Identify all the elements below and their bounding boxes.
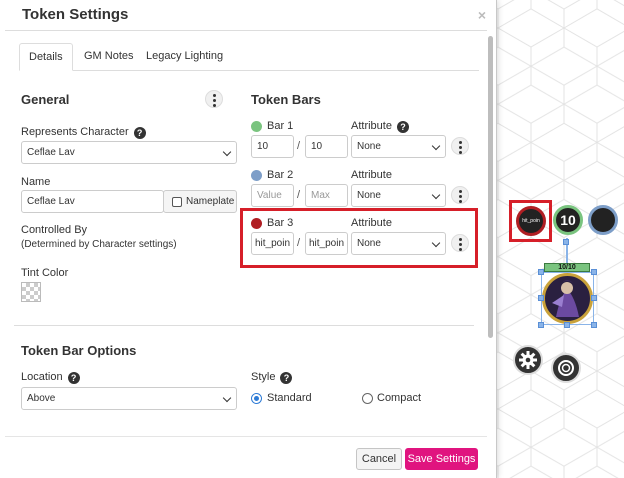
chevron-down-icon [222, 147, 232, 157]
name-label: Name [21, 176, 51, 188]
resize-handle-sw[interactable] [538, 322, 544, 328]
character-portrait-icon [542, 273, 593, 324]
bar3-label: Bar 3 [267, 217, 294, 229]
bar2-max-field[interactable]: Max [305, 184, 348, 207]
tint-color-swatch[interactable] [21, 282, 41, 302]
bar1-attribute-select[interactable]: None [351, 135, 446, 158]
tab-legacy-lighting[interactable]: Legacy Lighting [137, 43, 232, 71]
resize-handle-e[interactable] [591, 295, 597, 301]
token-bar-label: 10/10 [544, 263, 590, 272]
token-aura-button[interactable] [551, 353, 581, 383]
selected-token[interactable] [541, 272, 594, 325]
cancel-button[interactable]: Cancel [356, 448, 402, 470]
help-icon[interactable]: ? [67, 372, 80, 384]
bar2-attribute-select[interactable]: None [351, 184, 446, 207]
bar3-max-field[interactable]: hit_poin [305, 232, 348, 255]
style-compact-label: Compact [377, 392, 422, 404]
bar1-slash: / [297, 140, 301, 152]
dialog-scrollbar[interactable] [488, 36, 493, 338]
token-settings-button[interactable] [513, 345, 543, 375]
token-bars-heading: Token Bars [251, 92, 321, 107]
bar2-value-field[interactable]: Value [251, 184, 294, 207]
bar1-value-field[interactable]: 10 [251, 135, 294, 158]
bar3-value-field[interactable]: hit_poin [251, 232, 294, 255]
nameplate-toggle[interactable]: Nameplate [163, 190, 237, 213]
tab-bar: Details GM Notes Legacy Lighting [19, 43, 479, 71]
location-label: Location? [21, 371, 80, 384]
chevron-down-icon [431, 238, 441, 248]
represents-character-label: Represents Character? [21, 126, 146, 139]
dialog-title: Token Settings [22, 6, 129, 23]
bar2-label: Bar 2 [267, 169, 294, 181]
bar3-attribute-select[interactable]: None [351, 232, 446, 255]
bar2-token-badge[interactable] [588, 205, 618, 235]
bar3-badge-text: hit_poin [522, 218, 540, 224]
tab-details[interactable]: Details [19, 43, 73, 71]
tint-color-label: Tint Color [21, 267, 69, 279]
aura-icon [558, 360, 574, 376]
tab-gm-notes[interactable]: GM Notes [75, 43, 143, 71]
help-icon[interactable]: ? [280, 372, 293, 384]
chevron-down-icon [431, 141, 441, 151]
bar2-slash: / [297, 189, 301, 201]
bar1-options-button[interactable] [451, 137, 469, 155]
chevron-down-icon [222, 393, 232, 403]
bar1-token-badge[interactable]: 10 [553, 205, 583, 235]
bar3-options-button[interactable] [451, 234, 469, 252]
close-icon[interactable]: × [478, 7, 486, 23]
bar3-color-dot [251, 218, 262, 229]
bar1-badge-text: 10 [560, 212, 576, 228]
gear-icon [519, 351, 537, 369]
rotation-handle[interactable] [563, 239, 569, 245]
bar2-color-dot [251, 170, 262, 181]
help-icon[interactable]: ? [133, 127, 146, 139]
section-divider [14, 325, 474, 326]
location-select[interactable]: Above [21, 387, 237, 410]
resize-handle-ne[interactable] [591, 269, 597, 275]
represents-character-select[interactable]: Ceflae Lav [21, 141, 237, 164]
token-bar-options-heading: Token Bar Options [21, 343, 137, 358]
style-standard-radio[interactable] [251, 393, 262, 404]
bar1-label: Bar 1 [267, 120, 294, 132]
bar3-attribute-label: Attribute [351, 217, 392, 229]
chevron-down-icon [431, 190, 441, 200]
bar1-max-field[interactable]: 10 [305, 135, 348, 158]
resize-handle-w[interactable] [538, 295, 544, 301]
bar1-color-dot [251, 121, 262, 132]
style-standard-label: Standard [267, 392, 312, 404]
name-field[interactable]: Ceflae Lav [21, 190, 164, 213]
token-settings-dialog: Token Settings × Details GM Notes Legacy… [0, 0, 497, 478]
bar2-attribute-label: Attribute [351, 169, 392, 181]
general-heading: General [21, 92, 70, 107]
bar3-token-badge[interactable]: hit_poin [516, 206, 546, 236]
bar2-options-button[interactable] [451, 186, 469, 204]
help-icon[interactable]: ? [396, 121, 409, 133]
controlled-by-note: (Determined by Character settings) [21, 239, 177, 250]
controlled-by-label: Controlled By [21, 224, 88, 236]
resize-handle-se[interactable] [591, 322, 597, 328]
resize-handle-s[interactable] [564, 322, 570, 328]
nameplate-label: Nameplate [186, 196, 235, 207]
bar3-slash: / [297, 237, 301, 249]
resize-handle-nw[interactable] [538, 269, 544, 275]
bar1-attribute-label: Attribute? [351, 120, 409, 133]
style-label: Style? [251, 371, 293, 384]
dialog-footer: Cancel Save Settings [5, 436, 487, 478]
style-compact-radio[interactable] [362, 393, 373, 404]
nameplate-checkbox[interactable] [172, 197, 182, 207]
save-settings-button[interactable]: Save Settings [405, 448, 478, 470]
general-options-button[interactable] [205, 90, 223, 108]
